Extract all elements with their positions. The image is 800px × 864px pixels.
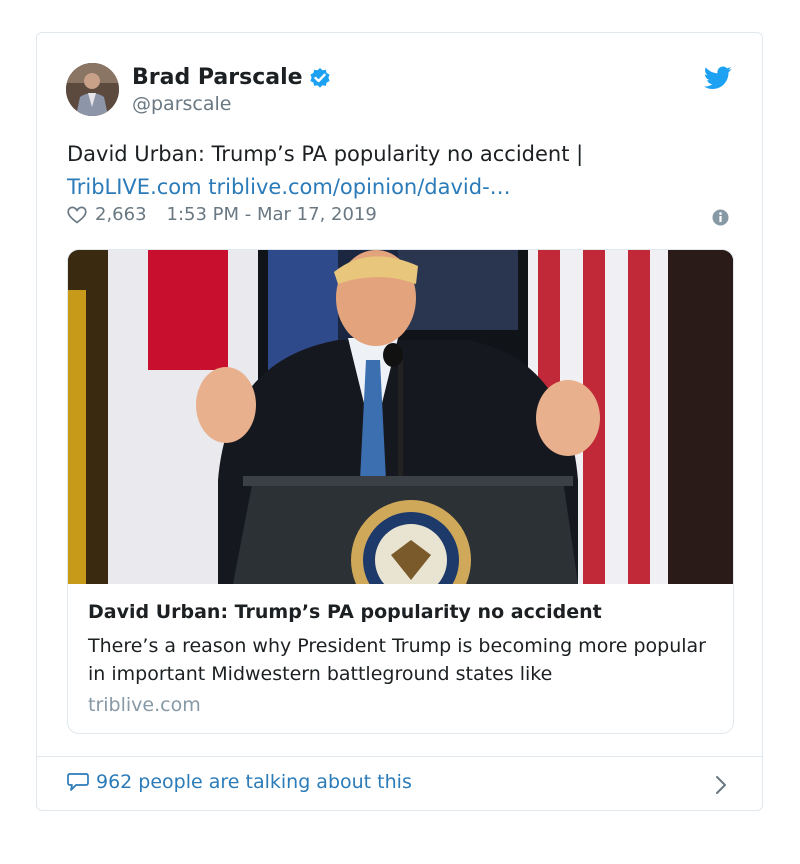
heart-icon[interactable] xyxy=(67,206,87,224)
verified-badge-icon xyxy=(309,67,331,89)
author-handle[interactable]: @parscale xyxy=(132,93,231,115)
embedded-tweet: Brad Parscale @parscale David Urban: Tru… xyxy=(36,32,763,811)
link-card[interactable]: David Urban: Trump’s PA popularity no ac… xyxy=(67,249,734,734)
speech-bubble-icon xyxy=(67,772,89,792)
conversation-count[interactable]: 962 people are talking about this xyxy=(96,771,412,793)
tweet-meta: 2,663 1:53 PM - Mar 17, 2019 xyxy=(67,204,377,225)
tweet-link[interactable]: TribLIVE.com triblive.com/opinion/david-… xyxy=(67,175,511,199)
conversation-link[interactable]: 962 people are talking about this xyxy=(67,771,412,793)
card-title[interactable]: David Urban: Trump’s PA popularity no ac… xyxy=(88,601,602,623)
chevron-right-icon[interactable] xyxy=(714,774,728,796)
card-image xyxy=(68,250,733,584)
twitter-bird-icon[interactable] xyxy=(703,66,732,90)
author-name[interactable]: Brad Parscale xyxy=(132,65,331,90)
author-name-text[interactable]: Brad Parscale xyxy=(132,65,303,90)
tweet-text: David Urban: Trump’s PA popularity no ac… xyxy=(67,138,727,204)
avatar-photo xyxy=(66,63,119,116)
divider xyxy=(37,756,762,757)
card-domain: triblive.com xyxy=(88,694,201,716)
tweet-text-plain: David Urban: Trump’s PA popularity no ac… xyxy=(67,142,584,166)
avatar[interactable] xyxy=(66,63,119,116)
tweet-timestamp[interactable]: 1:53 PM - Mar 17, 2019 xyxy=(167,204,377,225)
like-count[interactable]: 2,663 xyxy=(95,204,147,225)
info-icon[interactable] xyxy=(712,209,729,226)
card-description: There’s a reason why President Trump is … xyxy=(88,635,706,685)
